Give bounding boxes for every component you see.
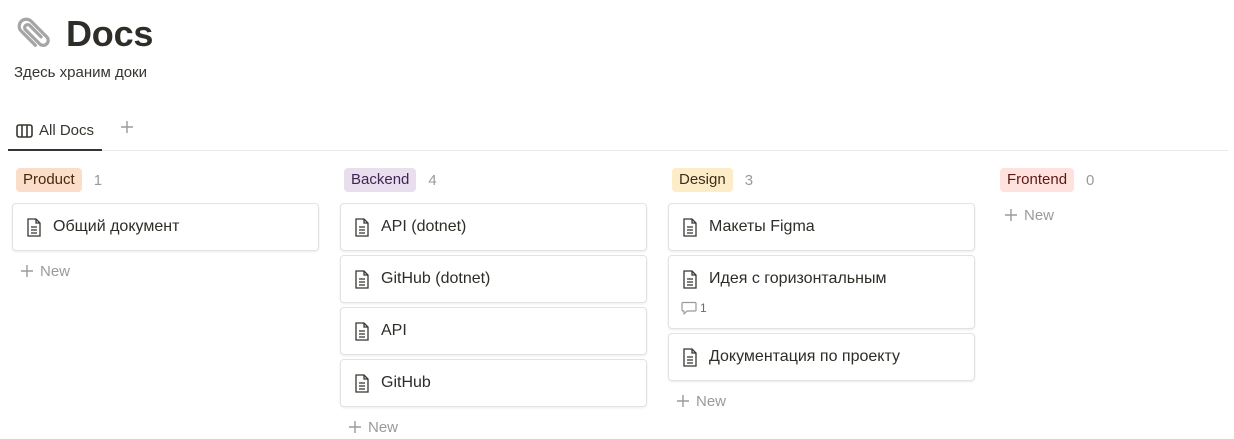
document-icon <box>353 269 371 289</box>
card[interactable]: GitHub <box>340 359 647 407</box>
plus-icon <box>120 120 134 139</box>
column-count: 0 <box>1086 171 1095 189</box>
tab-label: All Docs <box>39 122 95 139</box>
document-icon <box>681 269 699 289</box>
new-card-label: New <box>696 392 727 410</box>
page-title: Docs <box>66 13 154 54</box>
card-title: GitHub (dotnet) <box>381 270 491 287</box>
column-header[interactable]: Backend 4 <box>340 166 647 194</box>
document-icon <box>353 321 371 341</box>
card-title: Документация по проекту <box>709 348 900 365</box>
card[interactable]: API <box>340 307 647 355</box>
document-icon <box>25 217 43 237</box>
column-header[interactable]: Frontend 0 <box>996 166 1226 194</box>
card-title: API (dotnet) <box>381 218 467 235</box>
document-icon <box>353 373 371 393</box>
plus-icon <box>348 420 362 434</box>
add-view-button[interactable] <box>116 118 138 140</box>
card-title: GitHub <box>381 374 431 391</box>
new-card-label: New <box>1024 206 1055 224</box>
document-icon <box>681 217 699 237</box>
plus-icon <box>1004 208 1018 222</box>
column-count: 3 <box>744 171 754 189</box>
card[interactable]: Макеты Figma <box>668 203 975 251</box>
page-header: Docs <box>12 10 153 58</box>
column-count: 4 <box>428 171 437 189</box>
card-title: Общий документ <box>53 218 180 235</box>
card-title: Макеты Figma <box>709 218 815 235</box>
column-design: Design 3 Макеты Figma Идея с горизонталь… <box>668 166 975 416</box>
status-badge: Backend <box>344 168 417 192</box>
column-frontend: Frontend 0 New <box>996 166 1226 230</box>
card-title: Идея с горизонтальным <box>709 270 887 287</box>
document-icon <box>681 347 699 367</box>
document-icon <box>353 217 371 237</box>
new-card-label: New <box>368 418 399 436</box>
board-view-icon <box>16 123 33 138</box>
column-header[interactable]: Design 3 <box>668 166 975 194</box>
new-card-button[interactable]: New <box>340 412 647 439</box>
view-tabs: All Docs <box>8 112 1228 151</box>
column-count: 1 <box>93 171 103 189</box>
status-badge: Design <box>672 168 733 192</box>
paperclip-icon[interactable] <box>12 12 56 56</box>
card[interactable]: GitHub (dotnet) <box>340 255 647 303</box>
page-description: Здесь храним доки <box>14 64 148 81</box>
comment-count-value: 1 <box>700 301 707 315</box>
status-badge: Product <box>16 168 82 192</box>
comment-icon <box>681 301 697 315</box>
plus-icon <box>20 264 34 278</box>
new-card-button[interactable]: New <box>668 386 975 416</box>
card[interactable]: Общий документ <box>12 203 319 251</box>
new-card-button[interactable]: New <box>12 256 319 286</box>
comment-count: 1 <box>681 300 962 316</box>
card[interactable]: Идея с горизонтальным 1 <box>668 255 975 329</box>
new-card-button[interactable]: New <box>996 200 1226 230</box>
column-backend: Backend 4 API (dotnet) GitHub (dotnet) A… <box>340 166 647 439</box>
tab-all-docs[interactable]: All Docs <box>8 112 103 151</box>
card[interactable]: API (dotnet) <box>340 203 647 251</box>
new-card-label: New <box>40 262 71 280</box>
status-badge: Frontend <box>1000 168 1075 192</box>
column-product: Product 1 Общий документ New <box>12 166 319 286</box>
card[interactable]: Документация по проекту <box>668 333 975 381</box>
column-header[interactable]: Product 1 <box>12 166 319 194</box>
plus-icon <box>676 394 690 408</box>
card-title: API <box>381 322 407 339</box>
